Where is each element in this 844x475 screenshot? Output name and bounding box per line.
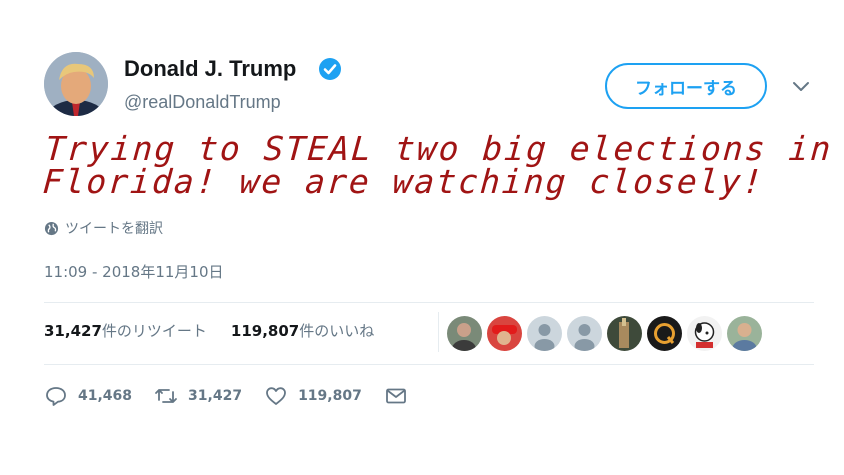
author-display-name[interactable]: Donald J. Trump [124, 56, 296, 82]
globe-icon [44, 221, 59, 235]
tweet-timestamp[interactable]: 11:09 - 2018年11月10日 [44, 261, 224, 282]
like-count: 119,807 [298, 388, 362, 404]
reply-icon [46, 387, 66, 406]
liker-avatar[interactable] [607, 316, 642, 351]
liker-avatar[interactable] [647, 316, 682, 351]
mail-icon[interactable] [384, 384, 408, 408]
caret-down-icon[interactable] [790, 78, 812, 94]
liker-avatar[interactable] [727, 316, 762, 351]
likes-stat[interactable]: 119,807件のいいね [231, 320, 374, 341]
author-avatar[interactable] [44, 52, 108, 116]
translate-label: ツイートを翻訳 [65, 221, 163, 237]
retweet-icon [155, 389, 177, 403]
verified-icon [319, 58, 341, 80]
tweet-stats: 31,427件のリツイート 119,807件のいいね [44, 320, 374, 341]
retweet-button[interactable]: 31,427 [154, 384, 242, 408]
like-button[interactable]: 119,807 [264, 384, 362, 408]
retweets-count: 31,427 [44, 322, 102, 340]
translate-tweet-link[interactable]: ツイートを翻訳 [44, 218, 163, 238]
liker-avatar[interactable] [487, 316, 522, 351]
retweets-stat[interactable]: 31,427件のリツイート [44, 320, 207, 341]
tweet-card: Donald J. Trump @realDonaldTrump フォローする … [0, 0, 844, 475]
divider [44, 364, 814, 365]
reply-button[interactable]: 41,468 [44, 384, 132, 408]
divider [44, 302, 814, 303]
tweet-text-line: Trying to STEAL two big elections in [43, 129, 834, 168]
liker-avatar[interactable] [447, 316, 482, 351]
retweets-label: 件のリツイート [101, 322, 207, 340]
follow-button[interactable]: フォローする [605, 63, 767, 109]
liker-avatars [447, 316, 762, 351]
likes-count: 119,807 [230, 322, 300, 340]
stats-separator [438, 312, 439, 352]
tweet-actions: 41,468 31,427 119,807 [44, 384, 408, 408]
tweet-text-line: Florida! we are watching closely! [41, 162, 766, 201]
liker-avatar[interactable] [567, 316, 602, 351]
reply-count: 41,468 [78, 388, 133, 404]
retweet-count: 31,427 [188, 388, 243, 404]
tweet-text: Trying to STEAL two big elections in Flo… [41, 129, 834, 201]
liker-avatar[interactable] [527, 316, 562, 351]
author-handle[interactable]: @realDonaldTrump [124, 92, 281, 113]
liker-avatar[interactable] [687, 316, 722, 351]
heart-icon [266, 387, 286, 405]
likes-label: 件のいいね [299, 322, 375, 340]
